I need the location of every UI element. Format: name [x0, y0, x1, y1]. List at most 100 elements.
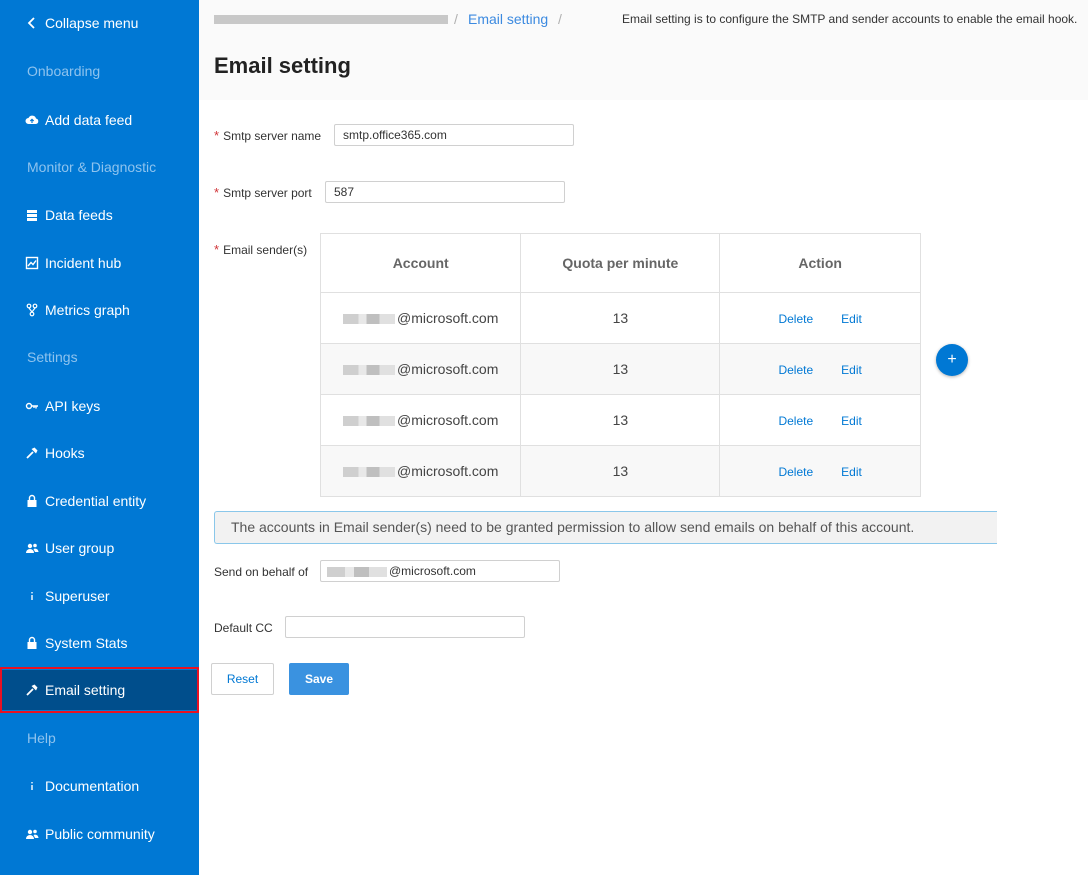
column-header-quota: Quota per minute	[520, 233, 721, 293]
column-header-account: Account	[319, 233, 522, 293]
sidebar-item-hooks[interactable]: Hooks	[0, 433, 199, 473]
info-message-bar: The accounts in Email sender(s) need to …	[214, 511, 997, 544]
sidebar-item-label: Public community	[45, 826, 155, 842]
action-cell: Delete Edit	[719, 343, 921, 395]
required-marker: *	[214, 185, 220, 200]
table-row: @microsoft.com 13 Delete Edit	[319, 394, 921, 446]
reset-button[interactable]: Reset	[211, 663, 274, 695]
redacted-text	[343, 314, 396, 325]
sidebar-item-api-keys[interactable]: API keys	[0, 386, 199, 426]
nav-group-monitor: Monitor & Diagnostic	[27, 159, 157, 175]
collapse-menu-label: Collapse menu	[45, 15, 139, 31]
nav-group-settings: Settings	[27, 349, 78, 365]
redacted-text	[343, 416, 396, 427]
table-row: @microsoft.com 13 Delete Edit	[319, 292, 921, 344]
default-cc-input[interactable]	[285, 616, 525, 638]
breadcrumb-redacted	[214, 15, 448, 24]
sidebar-item-label: Add data feed	[45, 112, 133, 128]
table-row: @microsoft.com 13 Delete Edit	[319, 343, 921, 395]
nav-group-onboarding: Onboarding	[27, 63, 101, 79]
column-header-action: Action	[719, 233, 921, 293]
delete-link[interactable]: Delete	[778, 312, 813, 326]
info-icon	[23, 779, 41, 793]
breadcrumb-current[interactable]: Email setting	[468, 11, 548, 27]
delete-link[interactable]: Delete	[778, 414, 813, 428]
info-icon	[23, 589, 41, 603]
quota-cell: 13	[520, 394, 721, 446]
hammer-icon	[23, 446, 41, 460]
quota-cell: 13	[520, 343, 721, 395]
page-description: Email setting is to configure the SMTP a…	[622, 12, 1078, 26]
graph-nodes-icon	[23, 303, 41, 317]
sidebar-item-label: Superuser	[45, 588, 110, 604]
sidebar-item-incident-hub[interactable]: Incident hub	[0, 243, 199, 283]
sidebar-item-label: Hooks	[45, 445, 85, 461]
smtp-name-label: * Smtp server name	[214, 128, 322, 143]
action-cell: Delete Edit	[719, 445, 921, 497]
redacted-text	[327, 566, 387, 577]
key-icon	[23, 399, 41, 413]
sidebar-item-public-community[interactable]: Public community	[0, 814, 199, 854]
sidebar-item-credential-entity[interactable]: Credential entity	[0, 481, 199, 521]
chevron-left-icon	[23, 16, 41, 30]
sidebar-item-superuser[interactable]: Superuser	[0, 576, 199, 616]
account-cell: @microsoft.com	[319, 394, 522, 446]
sidebar-item-data-feeds[interactable]: Data feeds	[0, 195, 199, 235]
account-cell: @microsoft.com	[319, 445, 522, 497]
users-icon	[23, 541, 41, 555]
account-cell: @microsoft.com	[319, 292, 522, 344]
sidebar-item-system-stats[interactable]: System Stats	[0, 623, 199, 663]
quota-cell: 13	[520, 445, 721, 497]
sidebar-item-label: Documentation	[45, 778, 140, 794]
sidebar-item-label: Metrics graph	[45, 302, 130, 318]
redacted-text	[343, 467, 396, 478]
account-cell: @microsoft.com	[319, 343, 522, 395]
sidebar-item-user-group[interactable]: User group	[0, 528, 199, 568]
sidebar-item-label: User group	[45, 540, 115, 556]
action-cell: Delete Edit	[719, 292, 921, 344]
collapse-menu-button[interactable]: Collapse menu	[0, 3, 199, 43]
sidebar-item-documentation[interactable]: Documentation	[0, 766, 199, 806]
nav-group-help: Help	[27, 730, 56, 746]
lock-icon	[23, 494, 41, 508]
sidebar-item-label: API keys	[45, 398, 101, 414]
lock-icon	[23, 636, 41, 650]
chart-icon	[23, 256, 41, 270]
add-sender-button[interactable]: +	[936, 344, 968, 376]
smtp-port-label: * Smtp server port	[214, 185, 312, 200]
hammer-icon	[23, 683, 41, 697]
page-header: / Email setting / Email setting is to co…	[199, 0, 1088, 100]
delete-link[interactable]: Delete	[778, 363, 813, 377]
sidebar: Collapse menu Onboarding Add data feed M…	[0, 0, 199, 875]
redacted-text	[343, 365, 396, 376]
sidebar-item-metrics-graph[interactable]: Metrics graph	[0, 290, 199, 330]
delete-link[interactable]: Delete	[778, 465, 813, 479]
save-button[interactable]: Save	[289, 663, 349, 695]
send-on-behalf-input[interactable]: @microsoft.com	[320, 560, 560, 582]
cloud-upload-icon	[23, 113, 41, 127]
edit-link[interactable]: Edit	[841, 312, 862, 326]
email-senders-label: * Email sender(s)	[214, 242, 308, 257]
edit-link[interactable]: Edit	[841, 465, 862, 479]
sidebar-item-add-data-feed[interactable]: Add data feed	[0, 100, 199, 140]
edit-link[interactable]: Edit	[841, 414, 862, 428]
action-cell: Delete Edit	[719, 394, 921, 446]
sidebar-item-label: Data feeds	[45, 207, 113, 223]
sidebar-item-email-setting[interactable]: Email setting	[0, 670, 199, 710]
sidebar-item-label: System Stats	[45, 635, 128, 651]
page-title: Email setting	[214, 53, 351, 78]
smtp-port-input[interactable]: 587	[325, 181, 565, 203]
smtp-name-input[interactable]: smtp.office365.com	[334, 124, 574, 146]
email-senders-table: Account Quota per minute Action @microso…	[319, 233, 921, 497]
breadcrumb-separator: /	[454, 11, 458, 27]
required-marker: *	[214, 128, 220, 143]
breadcrumb-separator: /	[558, 11, 562, 27]
sidebar-item-label: Email setting	[45, 682, 126, 698]
quota-cell: 13	[520, 292, 721, 344]
users-icon	[23, 827, 41, 841]
sidebar-item-label: Incident hub	[45, 255, 122, 271]
sidebar-item-label: Credential entity	[45, 493, 147, 509]
default-cc-label: Default CC	[214, 621, 273, 635]
edit-link[interactable]: Edit	[841, 363, 862, 377]
table-row: @microsoft.com 13 Delete Edit	[319, 445, 921, 497]
